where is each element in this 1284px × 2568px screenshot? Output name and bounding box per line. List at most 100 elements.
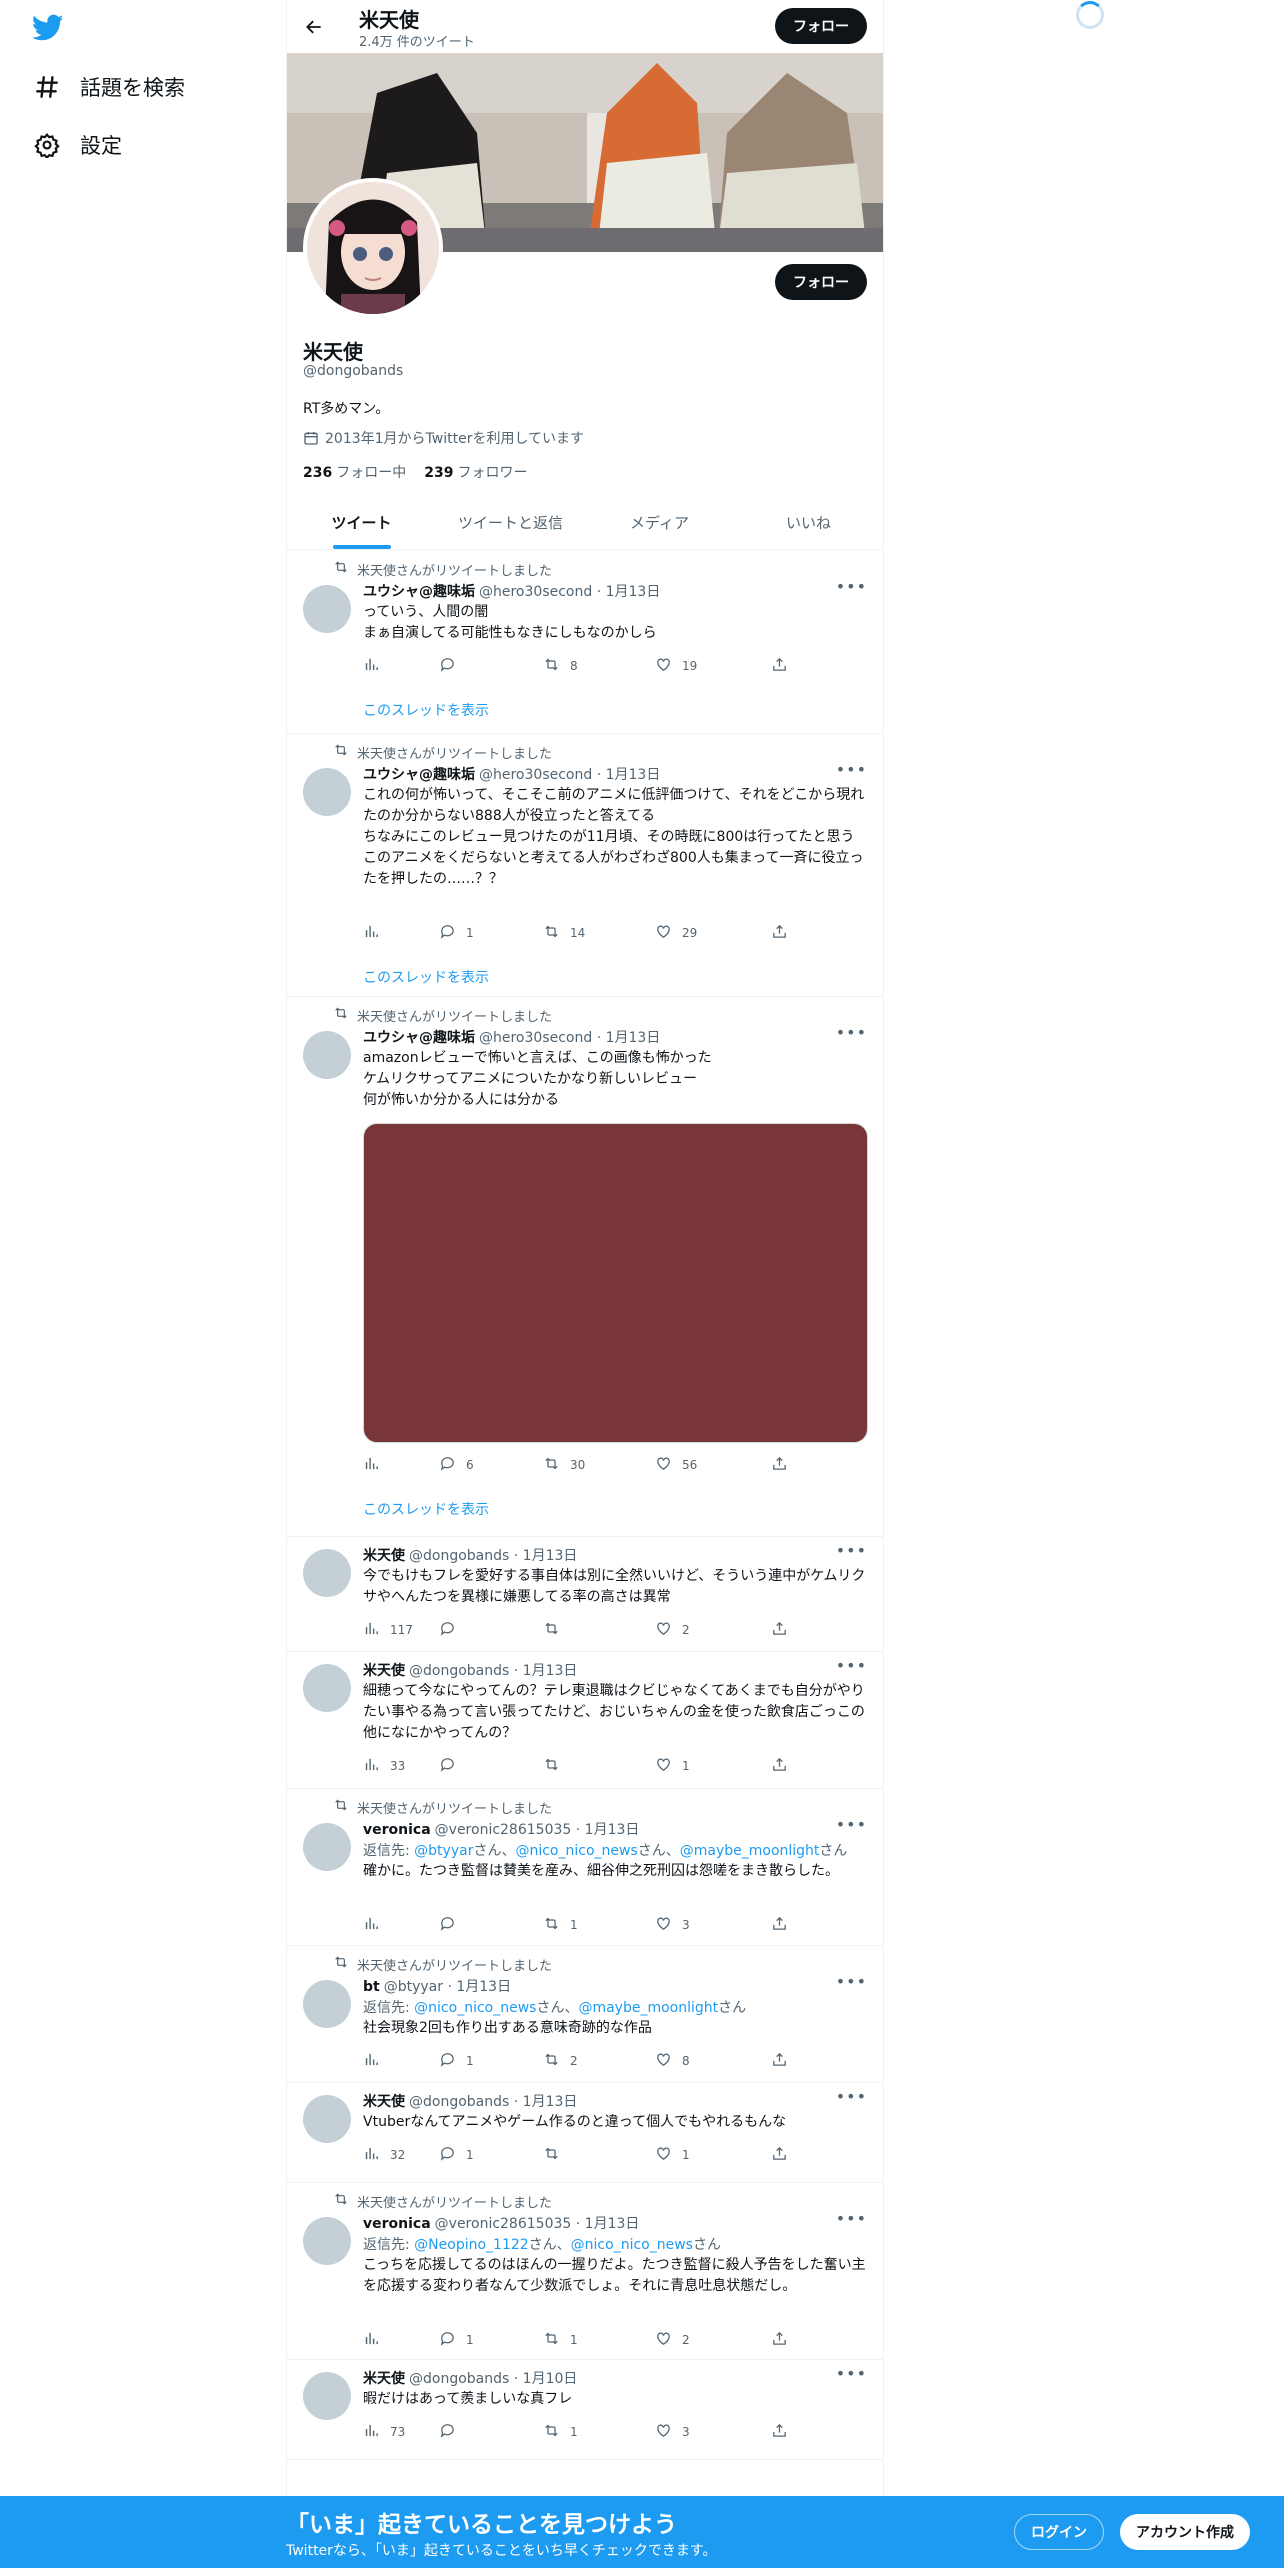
signup-button[interactable]: アカウント作成 — [1120, 2514, 1250, 2550]
like-action[interactable]: 1 — [655, 2145, 690, 2165]
share-action[interactable] — [771, 656, 788, 676]
tweet-author-name[interactable]: bt — [363, 1979, 380, 1995]
reply-action[interactable] — [439, 2422, 466, 2442]
more-options-icon[interactable]: ••• — [836, 1023, 867, 1042]
tweet-author-name[interactable]: 米天使 — [363, 1548, 405, 1564]
more-options-icon[interactable]: ••• — [836, 1972, 867, 1991]
tweet[interactable]: 米天使さんがリツイートしました ユウシャ@趣味垢 @hero30second · 1… — [287, 997, 883, 1537]
like-action[interactable]: 2 — [655, 2330, 690, 2350]
show-thread-link[interactable]: このスレッドを表示 — [363, 700, 489, 720]
like-action[interactable]: 29 — [655, 923, 697, 943]
show-thread-link[interactable]: このスレッドを表示 — [363, 1499, 489, 1519]
tweet-author-handle[interactable]: @dongobands — [409, 1663, 509, 1679]
tweet-date[interactable]: 1月13日 — [606, 767, 661, 783]
tweet-date[interactable]: 1月13日 — [523, 1663, 578, 1679]
retweet-action[interactable]: 8 — [543, 656, 578, 676]
like-action[interactable]: 3 — [655, 1915, 690, 1935]
tweet-author-name[interactable]: ユウシャ@趣味垢 — [363, 584, 475, 600]
tweet[interactable]: 米天使さんがリツイートしました veronica @veronic28615035 … — [287, 2183, 883, 2360]
avatar[interactable] — [303, 768, 351, 816]
retweet-action[interactable] — [543, 1620, 570, 1640]
views-action[interactable]: 117 — [363, 1620, 413, 1640]
tweet-author-handle[interactable]: @hero30second — [479, 1030, 592, 1046]
share-action[interactable] — [771, 923, 788, 943]
views-action[interactable]: 33 — [363, 1756, 405, 1776]
views-action[interactable] — [363, 1915, 390, 1935]
tweet[interactable]: 米天使さんがリツイートしました ユウシャ@趣味垢 @hero30second · 1… — [287, 734, 883, 997]
tweet-author-handle[interactable]: @hero30second — [479, 584, 592, 600]
share-action[interactable] — [771, 1756, 788, 1776]
views-action[interactable]: 73 — [363, 2422, 405, 2442]
reply-mention-link[interactable]: @maybe_moonlight — [578, 2000, 718, 2016]
profile-follow-button[interactable]: フォロー — [775, 264, 867, 300]
share-action[interactable] — [771, 2422, 788, 2442]
reply-action[interactable]: 6 — [439, 1455, 474, 1475]
retweet-action[interactable]: 2 — [543, 2051, 578, 2071]
share-action[interactable] — [771, 1915, 788, 1935]
reply-mention-link[interactable]: @Neopino_1122 — [414, 2237, 529, 2253]
tweet-author-name[interactable]: veronica — [363, 1822, 431, 1838]
like-action[interactable]: 8 — [655, 2051, 690, 2071]
tweet[interactable]: 米天使さんがリツイートしました bt @btyyar · 1月13日 ••• 返信先: … — [287, 1946, 883, 2083]
share-action[interactable] — [771, 2330, 788, 2350]
tweet-author-name[interactable]: 米天使 — [363, 1663, 405, 1679]
following-link[interactable]: 236 フォロー中 — [303, 462, 406, 482]
reply-action[interactable] — [439, 656, 466, 676]
more-options-icon[interactable]: ••• — [836, 1815, 867, 1834]
retweet-action[interactable]: 1 — [543, 2330, 578, 2350]
tweet-author-handle[interactable]: @veronic28615035 — [435, 2216, 572, 2232]
followers-link[interactable]: 239 フォロワー — [424, 462, 527, 482]
reply-mention-link[interactable]: @maybe_moonlight — [680, 1843, 820, 1859]
tweet[interactable]: 米天使 @dongobands · 1月13日 ••• Vtuberなんてアニメやゲー… — [287, 2083, 883, 2183]
twitter-logo-icon[interactable] — [32, 14, 64, 42]
reply-action[interactable]: 1 — [439, 2051, 474, 2071]
tweet-date[interactable]: 1月13日 — [456, 1979, 511, 1995]
views-action[interactable] — [363, 2051, 390, 2071]
nav-settings[interactable]: 設定 — [34, 130, 122, 160]
back-arrow-icon[interactable] — [299, 12, 329, 42]
more-options-icon[interactable]: ••• — [836, 2364, 867, 2383]
share-action[interactable] — [771, 2051, 788, 2071]
avatar[interactable] — [303, 1823, 351, 1871]
avatar[interactable] — [303, 2372, 351, 2420]
views-action[interactable] — [363, 656, 390, 676]
views-action[interactable]: 32 — [363, 2145, 405, 2165]
views-action[interactable] — [363, 1455, 390, 1475]
share-action[interactable] — [771, 2145, 788, 2165]
tweet-author-handle[interactable]: @dongobands — [409, 1548, 509, 1564]
avatar[interactable] — [303, 585, 351, 633]
nav-explore[interactable]: 話題を検索 — [34, 72, 185, 102]
tab-tweets[interactable]: ツイート — [287, 496, 436, 549]
tweet[interactable]: 米天使さんがリツイートしました veronica @veronic28615035 … — [287, 1789, 883, 1946]
tweet-author-handle[interactable]: @btyyar — [384, 1979, 443, 1995]
like-action[interactable]: 56 — [655, 1455, 697, 1475]
more-options-icon[interactable]: ••• — [836, 577, 867, 596]
reply-action[interactable] — [439, 1620, 466, 1640]
tweet-date[interactable]: 1月13日 — [585, 2216, 640, 2232]
reply-action[interactable]: 1 — [439, 2145, 474, 2165]
tweet-author-name[interactable]: ユウシャ@趣味垢 — [363, 1030, 475, 1046]
login-button[interactable]: ログイン — [1014, 2514, 1104, 2550]
show-thread-link[interactable]: このスレッドを表示 — [363, 967, 489, 987]
profile-avatar[interactable] — [303, 178, 443, 318]
reply-mention-link[interactable]: @nico_nico_news — [515, 1843, 637, 1859]
avatar[interactable] — [303, 1031, 351, 1079]
retweet-action[interactable]: 1 — [543, 2422, 578, 2442]
tweet[interactable]: 米天使 @dongobands · 1月10日 ••• 暇だけはあって羨ましいな真フレ… — [287, 2360, 883, 2460]
reply-mention-link[interactable]: @nico_nico_news — [571, 2237, 693, 2253]
tweet-author-name[interactable]: ユウシャ@趣味垢 — [363, 767, 475, 783]
reply-mention-link[interactable]: @nico_nico_news — [414, 2000, 536, 2016]
tweet-author-handle[interactable]: @hero30second — [479, 767, 592, 783]
tab-tweets-and-replies[interactable]: ツイートと返信 — [436, 496, 585, 549]
more-options-icon[interactable]: ••• — [836, 1541, 867, 1560]
share-action[interactable] — [771, 1455, 788, 1475]
tweet[interactable]: 米天使 @dongobands · 1月13日 ••• 今でもけもフレを愛好する事自体… — [287, 1537, 883, 1652]
tweet-date[interactable]: 1月13日 — [585, 1822, 640, 1838]
avatar[interactable] — [303, 2095, 351, 2143]
reply-action[interactable] — [439, 1756, 466, 1776]
tweet-media-image[interactable] — [363, 1123, 868, 1443]
tweet-author-handle[interactable]: @veronic28615035 — [435, 1822, 572, 1838]
avatar[interactable] — [303, 1664, 351, 1712]
tweet-date[interactable]: 1月13日 — [606, 1030, 661, 1046]
retweet-action[interactable]: 30 — [543, 1455, 585, 1475]
